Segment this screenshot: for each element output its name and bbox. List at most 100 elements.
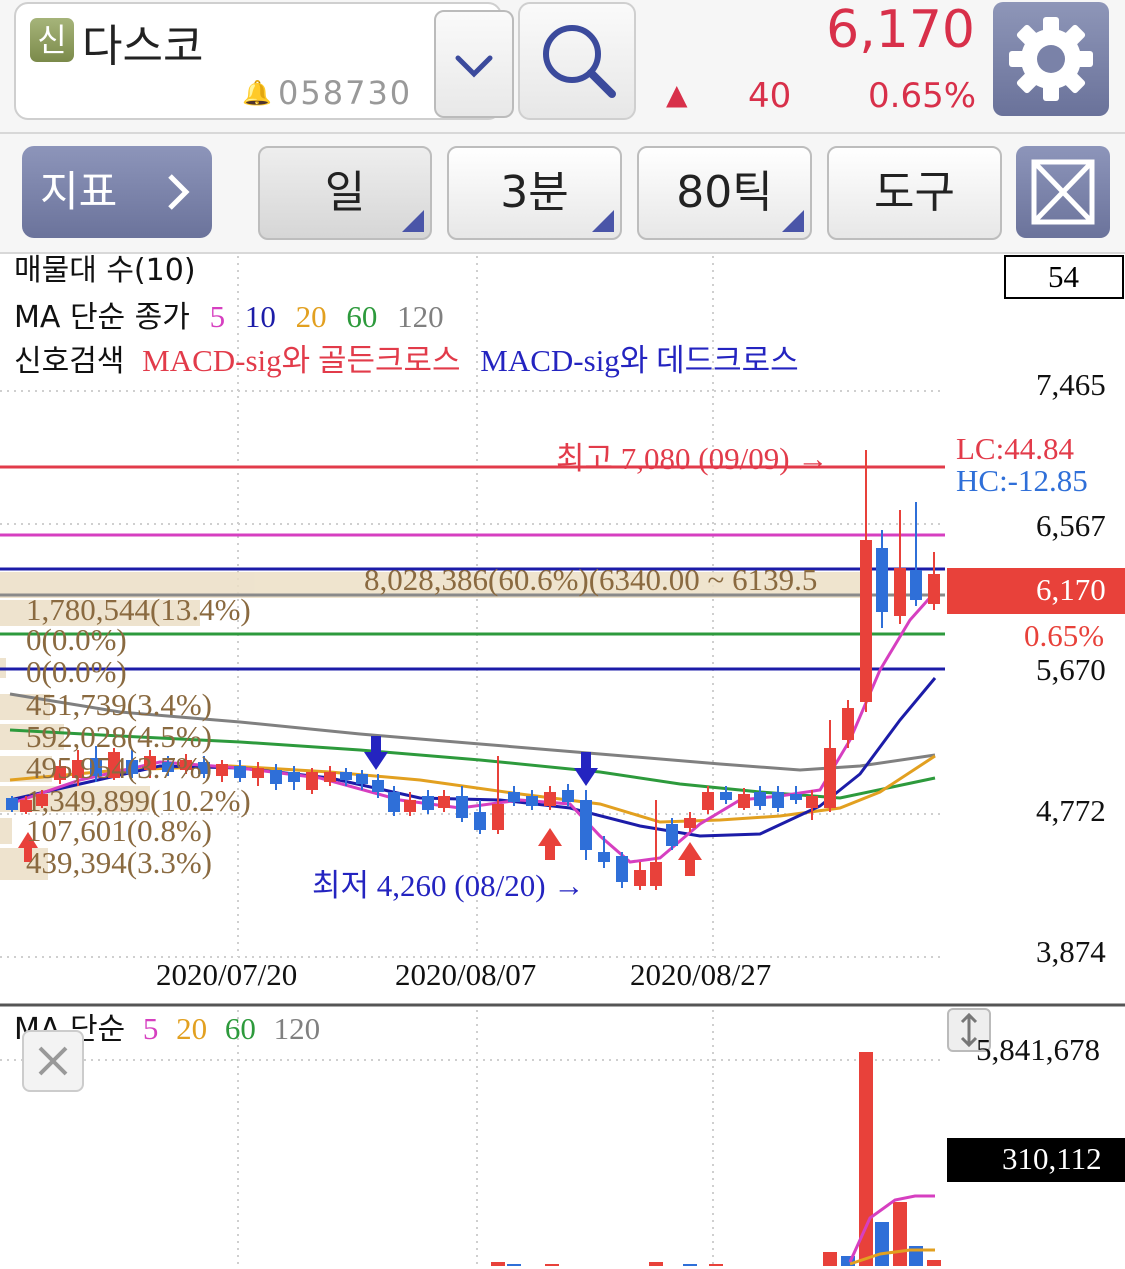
candle-body <box>544 792 556 806</box>
volume-bar <box>491 1262 505 1266</box>
candle-body <box>876 548 888 612</box>
ma-legend-prefix: MA 단순 종가 <box>14 300 190 335</box>
candle-body <box>842 708 854 740</box>
chevron-down-icon <box>455 55 493 78</box>
tools-label: 도구 <box>874 167 955 218</box>
current-price: 6,170 <box>826 0 975 60</box>
candle-body <box>650 862 662 886</box>
fullscreen-button[interactable] <box>1016 146 1110 238</box>
candle-body <box>508 792 520 802</box>
ma5-label: 5 <box>209 299 226 334</box>
candle-body <box>404 800 416 812</box>
axis-label-bottom: 3,874 <box>1036 934 1106 969</box>
axis-label-4: 4,772 <box>1036 793 1106 828</box>
signal-golden-label: MACD-sig와 골든크로스 <box>142 343 461 378</box>
candle-body <box>306 772 318 790</box>
vol-ma20-label: 20 <box>176 1011 208 1046</box>
volume-bar <box>709 1264 723 1266</box>
dropdown-corner-icon <box>592 210 614 232</box>
dead-cross-arrow-icon <box>364 736 388 770</box>
lc-label: LC:44.84 <box>956 431 1074 466</box>
candle-body <box>422 796 434 810</box>
stock-code: 058730 <box>278 74 413 112</box>
volume-bar <box>545 1264 559 1266</box>
signal-legend: 신호검색 MACD-sig와 골든크로스 MACD-sig와 데드크로스 <box>14 344 799 379</box>
candle-body <box>562 790 574 802</box>
vol-ma120-label: 120 <box>273 1011 321 1046</box>
candle-body <box>894 568 906 616</box>
stock-header: 신 다스코 🔔 058730 6,170 ▲ 40 0.65% <box>0 0 1125 134</box>
stock-dropdown-button[interactable] <box>434 10 514 118</box>
period-tick-button[interactable]: 80틱 <box>637 146 812 240</box>
candle-body <box>356 774 368 784</box>
candle-body <box>772 792 784 808</box>
candle-body <box>928 574 940 604</box>
stock-name: 다스코 <box>82 21 204 72</box>
volume-max-label: 5,841,678 <box>976 1032 1100 1067</box>
candle-body <box>372 780 384 792</box>
indicator-button[interactable]: 지표 <box>22 146 212 238</box>
search-icon <box>543 25 616 98</box>
candle-body <box>438 796 450 808</box>
vol-ma5-label: 5 <box>142 1011 159 1046</box>
volume-bars <box>491 1052 941 1266</box>
signal-dead-label: MACD-sig와 데드크로스 <box>480 343 799 378</box>
candle-body <box>598 852 610 862</box>
volume-bar <box>927 1260 941 1266</box>
candle-body <box>340 772 352 780</box>
candle-body <box>684 818 696 828</box>
candle-body <box>580 800 592 850</box>
axis-label-2: 6,567 <box>1036 508 1106 543</box>
alert-bell-icon: 🔔 <box>242 79 272 107</box>
period-day-button[interactable]: 일 <box>258 146 432 240</box>
dropdown-corner-icon <box>402 210 424 232</box>
candle-body <box>474 812 486 830</box>
volume-bar <box>683 1264 697 1266</box>
candle-body <box>806 796 818 808</box>
price-change-percent: 0.65% <box>868 76 977 116</box>
date-label: 2020/08/27 <box>630 957 772 992</box>
candle-body <box>216 764 228 776</box>
tools-button[interactable]: 도구 <box>827 146 1002 240</box>
vol-ma60-label: 60 <box>224 1011 256 1046</box>
price-change: 40 <box>748 76 792 116</box>
search-button[interactable] <box>518 2 636 120</box>
period-minute-button[interactable]: 3분 <box>447 146 622 240</box>
candle-body <box>616 856 628 882</box>
date-label: 2020/08/07 <box>395 957 537 992</box>
period-day-label: 일 <box>324 167 366 218</box>
golden-cross-arrow-icon <box>538 828 562 860</box>
indicator-label: 지표 <box>40 167 118 216</box>
candle-body <box>720 792 732 800</box>
date-label: 2020/07/20 <box>156 957 298 992</box>
golden-cross-arrow-icon <box>678 842 702 876</box>
dropdown-corner-icon <box>782 210 804 232</box>
candle-body <box>824 748 836 808</box>
close-volume-panel-button[interactable] <box>22 1030 84 1092</box>
low-annotation: 최저 4,260 (08/20) → <box>312 868 585 903</box>
candle-body <box>252 768 264 778</box>
candle-body <box>456 796 468 818</box>
volume-profile-row: 495,954(3.7%) <box>26 750 212 785</box>
volume-bar <box>823 1252 837 1266</box>
current-pct-label: 0.65% <box>1024 618 1105 653</box>
volume-bar <box>893 1202 907 1266</box>
stock-name-box[interactable]: 신 다스코 🔔 058730 <box>14 2 514 120</box>
ma60-label: 60 <box>346 299 378 334</box>
settings-button[interactable] <box>993 2 1109 116</box>
candle-body <box>6 798 18 810</box>
volume-profile-row: 0(0.0%) <box>26 654 127 689</box>
volume-profile-row: 439,394(3.3%) <box>26 845 212 880</box>
up-arrow-icon: ▲ <box>666 78 688 111</box>
signal-prefix: 신호검색 <box>14 344 125 379</box>
axis-label-3: 5,670 <box>1036 652 1106 687</box>
volume-bar <box>507 1264 521 1266</box>
candle-body <box>860 540 872 702</box>
count-value: 54 <box>1048 259 1079 294</box>
hc-label: HC:-12.85 <box>956 463 1088 498</box>
ma120-label: 120 <box>397 299 444 334</box>
candle-body <box>288 772 300 782</box>
volume-profile-row: 0(0.0%) <box>26 622 127 657</box>
volume-bar <box>649 1262 663 1266</box>
chart-toolbar: 지표 일 3분 80틱 도구 <box>0 134 1125 254</box>
